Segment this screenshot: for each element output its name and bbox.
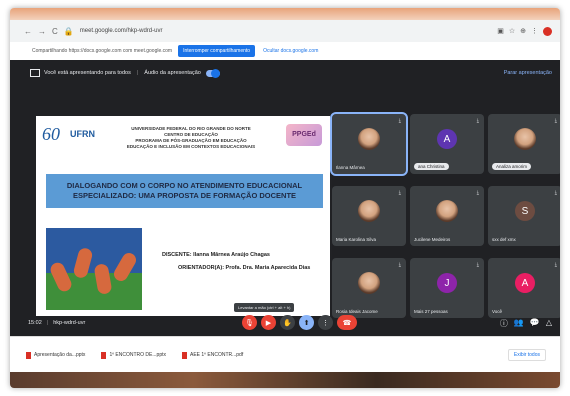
participant-name: Ilanna Mârnea: [336, 165, 365, 170]
participant-tile[interactable]: ⤓ Ilanna Mârnea: [330, 112, 408, 176]
chat-icon[interactable]: 💬: [530, 318, 540, 329]
browser-actions: ▣ ☆ ⊕ ⋮: [497, 26, 552, 36]
hide-link[interactable]: Ocultar docs.google.com: [263, 48, 318, 54]
mic-muted-icon: ⤓: [476, 118, 479, 124]
participant-name: Jucilene Medeiros: [414, 237, 451, 242]
participant-tile[interactable]: ⤓ Jucilene Medeiros: [410, 186, 484, 246]
presenting-label: Você está apresentando para todos: [44, 70, 131, 76]
present-now-icon[interactable]: ⬆: [299, 315, 314, 330]
mic-muted-icon: ⤓: [398, 190, 401, 196]
presented-slide: 60 UFRN UNIVERSIDADE FEDERAL DO RIO GRAN…: [36, 116, 330, 316]
activities-icon[interactable]: △: [546, 318, 552, 329]
lock-icon[interactable]: 🔒: [64, 27, 74, 36]
participant-tile[interactable]: ⤓ A Você: [488, 258, 560, 318]
meeting-controls: 15:02 | hkp-wdrd-uvr Levantar a mão (ctr…: [10, 303, 560, 336]
extensions-icon[interactable]: ⊕: [520, 27, 526, 35]
share-notice: Compartilhando https://docs.google.com c…: [32, 48, 173, 54]
dance-painting-image: [46, 228, 142, 310]
mic-muted-icon: ⤓: [554, 262, 557, 268]
participant-tile[interactable]: ⤓ Analiza amorim: [488, 114, 560, 174]
audio-toggle[interactable]: [205, 68, 220, 78]
participant-video: [514, 128, 536, 151]
participant-tile[interactable]: ⤓ Rosia Ideais Jacome: [332, 258, 406, 318]
participant-video: [358, 200, 380, 223]
screenshot-frame: ← → C 🔒 meet.google.com/hkp-wdrd-uvr ▣ ☆…: [10, 8, 560, 388]
participant-avatar: A: [515, 273, 535, 294]
participant-tile[interactable]: ⤓ Ssxx def xmx: [488, 186, 560, 246]
dancer-figure: [93, 263, 113, 295]
raise-hand-tooltip: Levantar a mão (ctrl + alt + h): [234, 303, 295, 312]
taskbar-strip: [10, 372, 560, 388]
institution-header: UNIVERSIDADE FEDERAL DO RIO GRANDE DO NO…: [126, 126, 256, 149]
slide-title-box: DIALOGANDO COM O CORPO NO ATENDIMENTO ED…: [46, 174, 323, 208]
file-icon: [182, 351, 187, 359]
info-icon[interactable]: ⓘ: [500, 318, 508, 329]
camera-icon[interactable]: ▣: [497, 27, 504, 35]
mic-muted-icon: ⤓: [554, 118, 557, 124]
advisor-name: ORIENTADOR(A): Profa. Dra. Maria Apareci…: [178, 265, 311, 271]
participant-avatar: J: [437, 273, 457, 294]
download-item[interactable]: Apresentação da...pptx: [26, 351, 85, 359]
participant-name: Maria Karolina Silva: [336, 237, 377, 242]
meet-window: Você está apresentando para todos | Áudi…: [10, 60, 560, 336]
participant-video: [358, 128, 380, 151]
mic-muted-icon: ⤓: [476, 190, 479, 196]
star-icon[interactable]: ☆: [509, 27, 515, 35]
participant-name: ana Christina: [414, 163, 449, 170]
dancer-figure: [72, 246, 94, 280]
mic-muted-icon: ⤓: [398, 118, 401, 124]
mic-muted-icon: ⤓: [554, 190, 557, 196]
file-icon: [101, 351, 107, 359]
url-field[interactable]: meet.google.com/hkp-wdrd-uvr: [80, 28, 163, 34]
presenting-bar: Você está apresentando para todos | Áudi…: [10, 60, 560, 86]
participant-video: [358, 272, 380, 295]
mic-off-icon[interactable]: 🎙: [242, 315, 257, 330]
nav-buttons: ← → C 🔒: [24, 27, 74, 36]
dancer-figure: [111, 250, 139, 284]
participant-tile[interactable]: ⤓ Aana Christina: [410, 114, 484, 174]
participant-video: [436, 200, 458, 223]
stop-sharing-button[interactable]: Interromper compartilhamento: [178, 45, 256, 57]
mic-muted-icon: ⤓: [476, 262, 479, 268]
share-notification-bar: Compartilhando https://docs.google.com c…: [10, 42, 560, 61]
ufrn-logo-text: UFRN: [70, 129, 95, 139]
downloads-bar: Apresentação da...pptx 1º ENCONTRO DE...…: [10, 336, 560, 373]
participant-avatar: A: [437, 129, 457, 150]
mic-muted-icon: ⤓: [398, 262, 401, 268]
stop-presenting-button[interactable]: Parar apresentação: [504, 70, 552, 76]
show-all-button[interactable]: Exibir todos: [507, 349, 546, 361]
participant-tile[interactable]: ⤓ J Mais 27 pessoas: [410, 258, 484, 318]
participant-name: sxx def xmx: [492, 237, 516, 242]
back-icon[interactable]: ←: [24, 27, 32, 36]
camera-off-icon[interactable]: ▶: [261, 315, 276, 330]
meeting-code: hkp-wdrd-uvr: [53, 320, 86, 326]
side-controls: ⓘ 👥 💬 △: [500, 318, 552, 329]
audio-label: Áudio da apresentação: [144, 70, 201, 76]
slide-title: DIALOGANDO COM O CORPO NO ATENDIMENTO ED…: [66, 181, 303, 200]
ufrn-logo-number: 60: [42, 124, 60, 144]
download-item[interactable]: AEE 1º ENCONTR...pdf: [182, 351, 243, 359]
meeting-time: 15:02: [28, 320, 42, 326]
control-buttons: Levantar a mão (ctrl + alt + h) 🎙 ▶ ✋ ⬆ …: [234, 303, 359, 330]
raise-hand-icon[interactable]: ✋: [280, 315, 295, 330]
student-name: DISCENTE: Ilanna Mârnea Araújo Chagas: [162, 252, 270, 258]
present-screen-icon: [30, 69, 40, 77]
participant-tile[interactable]: ⤓ Maria Karolina Silva: [332, 186, 406, 246]
end-call-icon[interactable]: ☎: [337, 315, 357, 330]
participant-name: Analiza amorim: [492, 163, 532, 170]
program-logo: PPGEd: [286, 124, 322, 146]
more-options-icon[interactable]: ⋮: [318, 315, 333, 330]
menu-icon[interactable]: ⋮: [531, 27, 538, 35]
people-icon[interactable]: 👥: [514, 318, 524, 329]
download-item[interactable]: 1º ENCONTRO DE...pptx: [101, 351, 166, 359]
file-icon: [26, 351, 31, 359]
forward-icon[interactable]: →: [38, 27, 46, 36]
address-bar: ← → C 🔒 meet.google.com/hkp-wdrd-uvr ▣ ☆…: [10, 20, 560, 42]
browser-tab-strip: [10, 8, 560, 20]
reload-icon[interactable]: C: [52, 27, 58, 36]
dancer-figure: [48, 260, 74, 294]
profile-avatar[interactable]: [543, 26, 552, 36]
participant-avatar: S: [515, 201, 535, 222]
